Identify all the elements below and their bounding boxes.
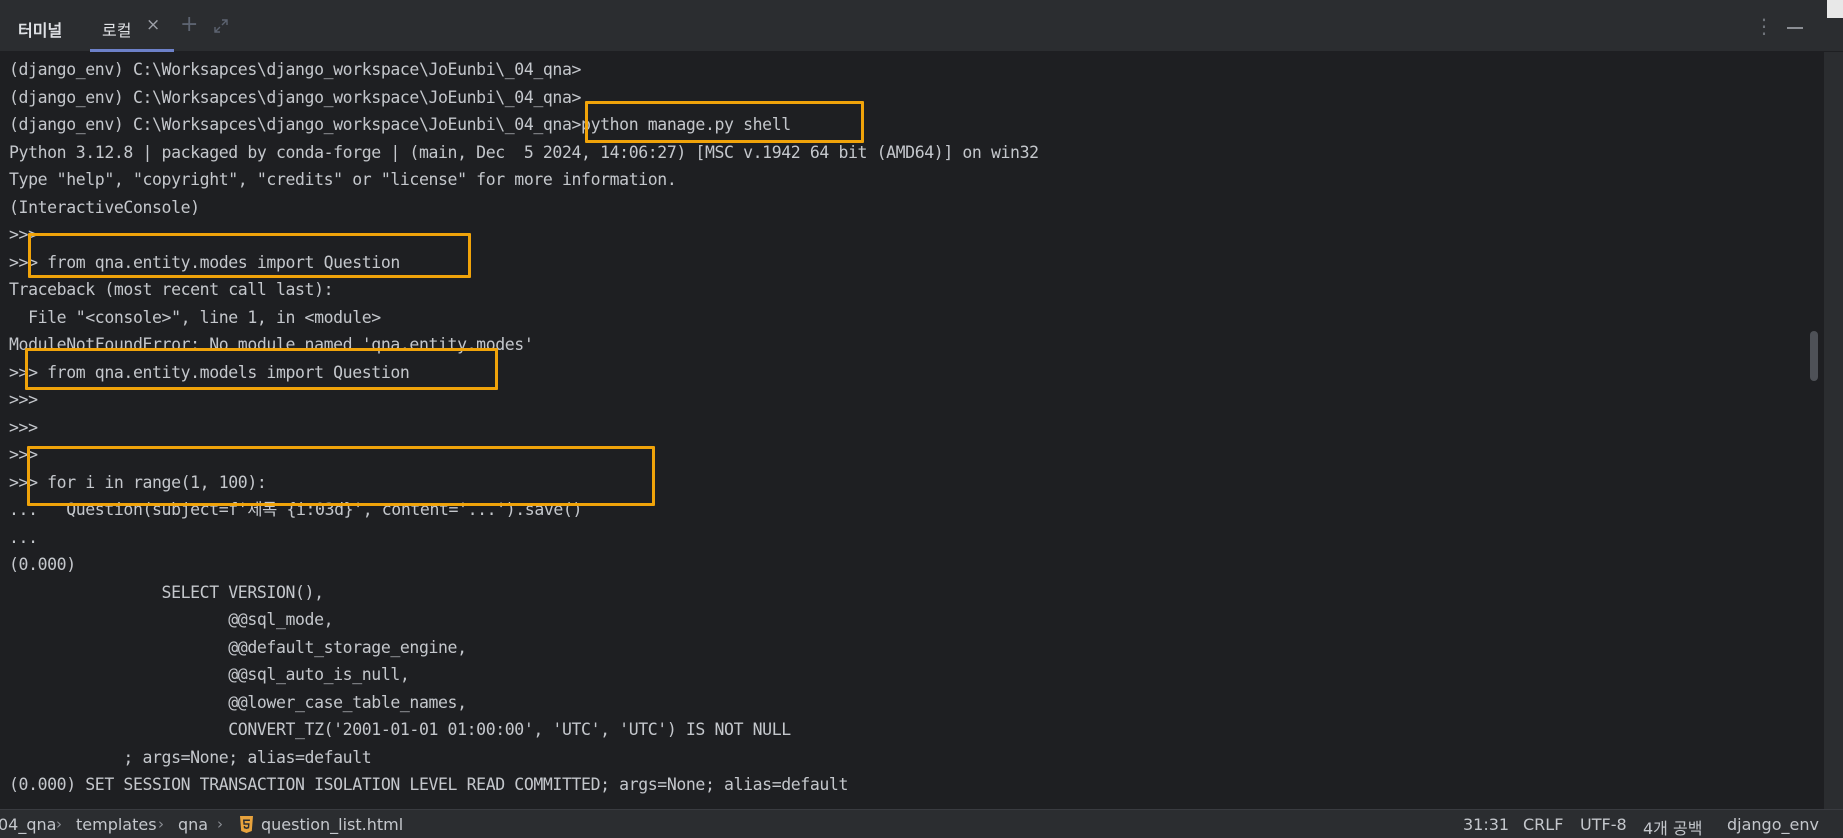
- more-options-icon[interactable]: ⋮: [1754, 14, 1774, 38]
- cursor-position[interactable]: 31:31: [1463, 815, 1509, 834]
- terminal-line: @@sql_auto_is_null,: [9, 665, 410, 684]
- chevron-right-icon: ›: [56, 815, 62, 833]
- highlight-box-for-loop: [27, 446, 655, 506]
- terminal-tab-bar: 터미널 로컬 × + ⋮: [0, 0, 1843, 52]
- terminal-line: (django_env) C:\Worksapces\django_worksp…: [9, 115, 791, 134]
- breadcrumb-file[interactable]: question_list.html: [261, 815, 403, 834]
- terminal-line: File "<console>", line 1, in <module>: [9, 307, 381, 327]
- close-icon[interactable]: ×: [146, 15, 160, 35]
- terminal-panel-title: 터미널: [18, 21, 63, 40]
- tab-local[interactable]: 로컬 ×: [90, 0, 174, 52]
- terminal-line: @@lower_case_table_names,: [9, 692, 467, 712]
- breadcrumb-templates[interactable]: templates: [76, 815, 157, 834]
- right-gutter: [1824, 52, 1843, 809]
- terminal-line: (0.000) SET SESSION TRANSACTION ISOLATIO…: [9, 775, 848, 794]
- python-interpreter[interactable]: django_env: [1727, 815, 1819, 834]
- terminal-line: (django_env) C:\Worksapces\django_worksp…: [9, 87, 582, 107]
- terminal-line: >>>: [9, 390, 38, 409]
- minimize-icon[interactable]: [1787, 27, 1803, 29]
- new-tab-plus-icon[interactable]: +: [180, 12, 198, 37]
- terminal-scrollbar[interactable]: [1804, 52, 1824, 809]
- terminal-line: >>>: [9, 417, 38, 437]
- terminal-line: @@sql_mode,: [9, 610, 334, 629]
- terminal-line: @@default_storage_engine,: [9, 637, 467, 657]
- terminal-line: CONVERT_TZ('2001-01-01 01:00:00', 'UTC',…: [9, 720, 791, 739]
- window-edge: [1827, 0, 1843, 18]
- terminal-line: (InteractiveConsole): [9, 197, 200, 217]
- highlight-box-good-import: [25, 348, 498, 390]
- highlight-box-manage-shell: [585, 101, 864, 143]
- file-encoding[interactable]: UTF-8: [1580, 815, 1627, 834]
- highlight-box-bad-import: [28, 233, 471, 278]
- chevron-right-icon: ›: [217, 815, 223, 833]
- terminal-output[interactable]: (django_env) C:\Worksapces\django_worksp…: [0, 52, 1824, 809]
- terminal-line: ...: [9, 527, 38, 547]
- terminal-lines: (django_env) C:\Worksapces\django_worksp…: [9, 56, 1039, 799]
- terminal-line: Type "help", "copyright", "credits" or "…: [9, 170, 677, 189]
- expand-icon[interactable]: [214, 19, 228, 33]
- scrollbar-thumb[interactable]: [1810, 331, 1818, 381]
- terminal-line: (0.000): [9, 555, 76, 574]
- terminal-line: (django_env) C:\Worksapces\django_worksp…: [9, 60, 582, 79]
- html5-icon: [240, 816, 253, 833]
- terminal-line: Traceback (most recent call last):: [9, 280, 334, 299]
- breadcrumb-qna[interactable]: qna: [178, 815, 208, 834]
- status-bar: 04_qna › templates › qna › question_list…: [0, 809, 1843, 838]
- indent-setting[interactable]: 4개 공백: [1643, 815, 1702, 838]
- terminal-line: SELECT VERSION(),: [9, 582, 324, 602]
- chevron-right-icon: ›: [158, 815, 164, 833]
- terminal-line: ; args=None; alias=default: [9, 747, 372, 767]
- terminal-line: Python 3.12.8 | packaged by conda-forge …: [9, 142, 1039, 162]
- line-ending[interactable]: CRLF: [1523, 815, 1563, 834]
- tab-local-label: 로컬: [102, 21, 132, 40]
- breadcrumb-project[interactable]: 04_qna: [0, 815, 56, 834]
